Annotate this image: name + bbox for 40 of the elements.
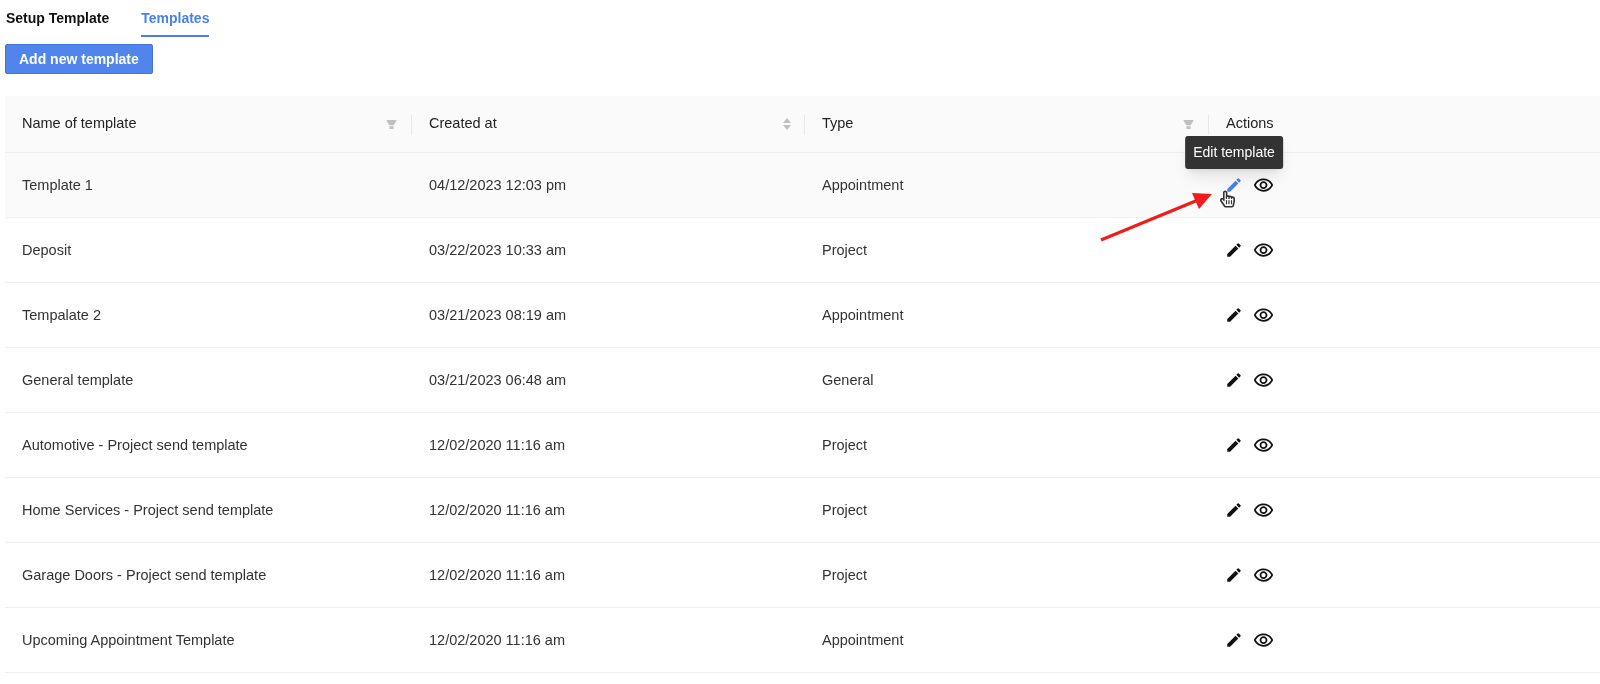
table-cell: Project	[822, 502, 868, 518]
table-cell: Upcoming Appointment Template	[22, 632, 235, 648]
edit-icon[interactable]	[1225, 241, 1243, 259]
table-cell: Deposit	[22, 242, 72, 258]
table-cell: Project	[822, 437, 868, 453]
table-cell: 03/21/2023 08:19 am	[429, 307, 567, 323]
column-header: Name of template	[22, 114, 137, 134]
table-cell: Appointment	[822, 307, 904, 323]
table-cell: General	[822, 372, 874, 388]
table-cell: Automotive - Project send template	[22, 437, 248, 453]
table-cell: 12/02/2020 11:16 am	[429, 567, 565, 583]
table-cell: Garage Doors - Project send template	[22, 567, 267, 583]
tab[interactable]: Templates	[141, 8, 210, 37]
column-header: Actions	[1226, 114, 1274, 134]
table-cell: 12/02/2020 11:16 am	[429, 437, 565, 453]
edit-icon[interactable]	[1225, 436, 1243, 454]
hand-cursor-icon	[1220, 190, 1235, 208]
column-header: Type	[822, 114, 854, 134]
table-cell: 04/12/2023 12:03 pm	[429, 177, 567, 193]
edit-icon[interactable]	[1225, 306, 1243, 324]
edit-icon[interactable]	[1225, 566, 1243, 584]
add-template-button[interactable]: Add new template	[5, 44, 153, 74]
edit-icon[interactable]	[1225, 631, 1243, 649]
column-header: Created at	[429, 114, 497, 134]
table-cell: Project	[822, 567, 868, 583]
tooltip: Edit template	[1185, 136, 1283, 169]
table-cell: 03/21/2023 06:48 am	[429, 372, 567, 388]
table-cell: Project	[822, 242, 868, 258]
table-cell: Tempalate 2	[22, 307, 101, 323]
table-cell: Template 1	[22, 177, 93, 193]
table-cell: 03/22/2023 10:33 am	[429, 242, 567, 258]
table-cell: Appointment	[822, 177, 904, 193]
table-cell: 12/02/2020 11:16 am	[429, 632, 565, 648]
table-cell: General template	[22, 372, 134, 388]
table-cell: Home Services - Project send template	[22, 502, 274, 518]
tab[interactable]: Setup Template	[6, 8, 110, 37]
edit-icon[interactable]	[1225, 501, 1243, 519]
table-cell: Appointment	[822, 632, 904, 648]
edit-icon[interactable]	[1225, 371, 1243, 389]
table-cell: 12/02/2020 11:16 am	[429, 502, 565, 518]
